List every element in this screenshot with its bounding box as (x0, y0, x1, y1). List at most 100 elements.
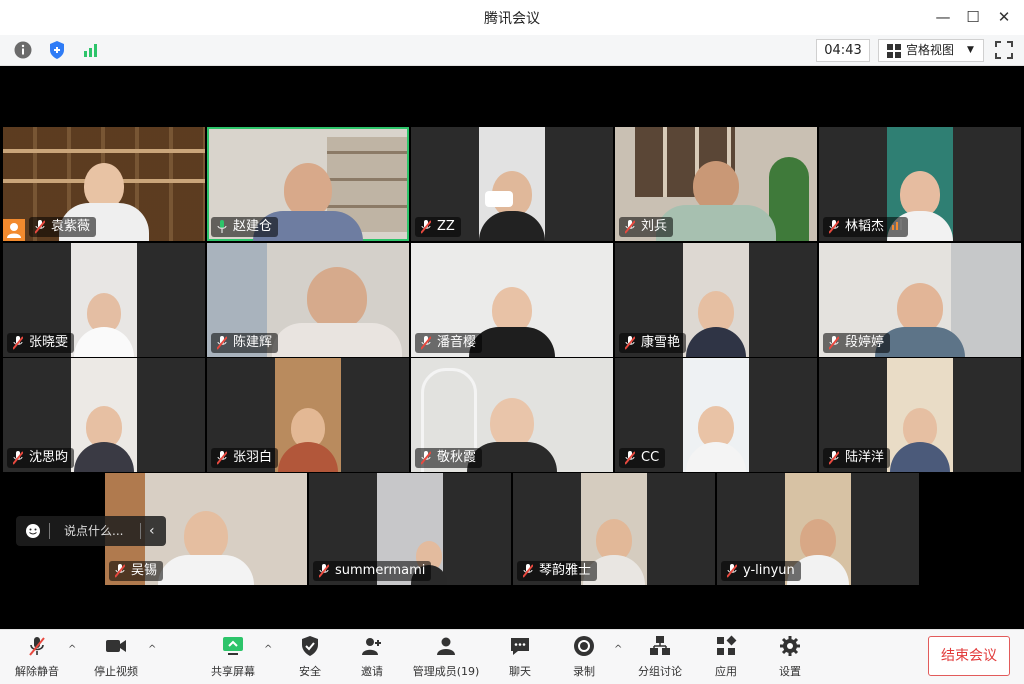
network-signal-icon[interactable] (80, 39, 102, 61)
participant-video (479, 171, 545, 241)
settings-label: 设置 (779, 665, 801, 678)
participant-name-tag: 琴韵雅士 (517, 561, 598, 581)
participant-name: 张羽白 (233, 450, 273, 465)
emoji-icon[interactable] (25, 523, 41, 539)
apps-button[interactable]: 应用 (706, 630, 746, 684)
chat-placeholder: 说点什么... (64, 524, 124, 538)
invite-button[interactable]: 邀请 (352, 630, 392, 684)
video-tile[interactable]: 刘兵 (615, 127, 817, 241)
video-tile[interactable]: 潘音樱 (411, 243, 613, 357)
participant-name: 陈建辉 (233, 335, 273, 350)
participant-name-tag: 潘音樱 (415, 333, 483, 353)
stop-video-button[interactable]: 停止视频 (88, 630, 144, 684)
share-screen-button[interactable]: 共享屏幕 (208, 630, 258, 684)
chevron-left-icon[interactable]: ‹ (149, 516, 155, 546)
participant-name-tag: summermami (313, 561, 432, 581)
security-shield-icon[interactable] (46, 39, 68, 61)
record-label: 录制 (573, 665, 595, 678)
video-tile[interactable]: 张晓雯 (3, 243, 205, 357)
participant-name: 陆洋洋 (845, 450, 885, 465)
participant-name-tag: 赵建仓 (211, 217, 279, 237)
mic-muted-icon (421, 451, 431, 465)
mic-muted-icon (217, 451, 227, 465)
chevron-up-icon[interactable]: ^ (148, 644, 156, 655)
minimize-icon[interactable]: — (932, 6, 954, 28)
video-tile[interactable]: 陆洋洋 (819, 358, 1021, 472)
apps-label: 应用 (715, 665, 737, 678)
chat-button[interactable]: 聊天 (500, 630, 540, 684)
video-tile-speaking[interactable]: 赵建仓 (207, 127, 409, 241)
video-tile[interactable]: 陈建辉 (207, 243, 409, 357)
video-tile[interactable]: 张羽白 (207, 358, 409, 472)
mic-muted-icon (115, 564, 125, 578)
end-meeting-button[interactable]: 结束会议 (928, 636, 1010, 676)
chevron-up-icon[interactable]: ^ (264, 644, 272, 655)
video-tile[interactable]: 琴韵雅士 (513, 473, 715, 585)
settings-button[interactable]: 设置 (770, 630, 810, 684)
participant-name-tag: 敬秋霞 (415, 448, 483, 468)
meeting-toolbar: 04:43 宫格视图 ▼ (0, 35, 1024, 66)
unmute-button[interactable]: 解除静音 (10, 630, 64, 684)
grid-view-icon (887, 44, 901, 58)
video-tile[interactable]: ZZ (411, 127, 613, 241)
add-user-icon (362, 638, 381, 655)
participant-name: 吴锡 (131, 563, 158, 578)
members-icon (437, 637, 455, 655)
control-bar: 解除静音 ^ 停止视频 ^ 共享屏幕 ^ 安全 邀请 管理成员(19) 聊天 录… (0, 629, 1024, 684)
manage-members-label: 管理成员(19) (412, 665, 480, 678)
maximize-icon[interactable]: ☐ (962, 6, 984, 28)
participant-name-tag: 张晓雯 (7, 333, 75, 353)
participant-name-tag: 袁紫薇 (29, 217, 97, 237)
gear-icon (780, 636, 800, 656)
view-mode-dropdown[interactable]: 宫格视图 ▼ (878, 39, 984, 62)
participant-name-tag: 刘兵 (619, 217, 674, 237)
participant-video (686, 291, 746, 357)
video-tile[interactable]: summermami (309, 473, 511, 585)
share-screen-label: 共享屏幕 (211, 665, 255, 678)
participant-name: 康雪艳 (641, 335, 681, 350)
manage-members-button[interactable]: 管理成员(19) (410, 630, 482, 684)
chevron-up-icon[interactable]: ^ (614, 644, 622, 655)
video-tile[interactable]: y-linyun (717, 473, 919, 585)
video-tile[interactable]: 段婷婷 (819, 243, 1021, 357)
breakout-label: 分组讨论 (638, 665, 682, 678)
video-tile[interactable]: 林韬杰 (819, 127, 1021, 241)
mic-muted-icon (523, 564, 533, 578)
participant-video (158, 511, 254, 585)
meeting-timer: 04:43 (816, 39, 870, 62)
participant-name: summermami (335, 563, 426, 578)
participant-name: 赵建仓 (233, 219, 273, 234)
video-tile[interactable]: 敬秋霞 (411, 358, 613, 472)
mic-muted-icon (625, 220, 635, 234)
view-mode-label: 宫格视图 (906, 43, 955, 57)
participant-name: 潘音樱 (437, 335, 477, 350)
participant-name-tag: CC (619, 448, 666, 468)
mic-muted-icon (29, 637, 45, 656)
camera-icon (106, 640, 126, 652)
video-tile[interactable]: 康雪艳 (615, 243, 817, 357)
unmute-label: 解除静音 (15, 665, 59, 678)
participant-name: 琴韵雅士 (539, 563, 592, 578)
security-label: 安全 (299, 665, 321, 678)
close-icon[interactable]: ✕ (993, 6, 1015, 28)
participant-name: 段婷婷 (845, 335, 885, 350)
breakout-rooms-button[interactable]: 分组讨论 (634, 630, 686, 684)
video-tile[interactable]: 沈思昀 (3, 358, 205, 472)
info-icon[interactable] (12, 39, 34, 61)
mic-muted-icon (829, 451, 839, 465)
participant-name: 沈思昀 (29, 450, 69, 465)
participant-video (278, 408, 338, 472)
participant-name: CC (641, 450, 660, 465)
video-tile[interactable]: CC (615, 358, 817, 472)
video-tile[interactable]: 袁紫薇 (3, 127, 205, 241)
participant-video (686, 406, 746, 472)
mic-muted-icon (35, 220, 45, 234)
participant-name-tag: 张羽白 (211, 448, 279, 468)
fullscreen-icon[interactable] (994, 40, 1014, 60)
mic-muted-icon (727, 564, 737, 578)
chevron-up-icon[interactable]: ^ (68, 644, 76, 655)
chat-quick-input[interactable]: 说点什么... ‹ (16, 516, 166, 546)
security-button[interactable]: 安全 (290, 630, 330, 684)
record-button[interactable]: 录制 (564, 630, 604, 684)
mic-muted-icon (829, 220, 839, 234)
